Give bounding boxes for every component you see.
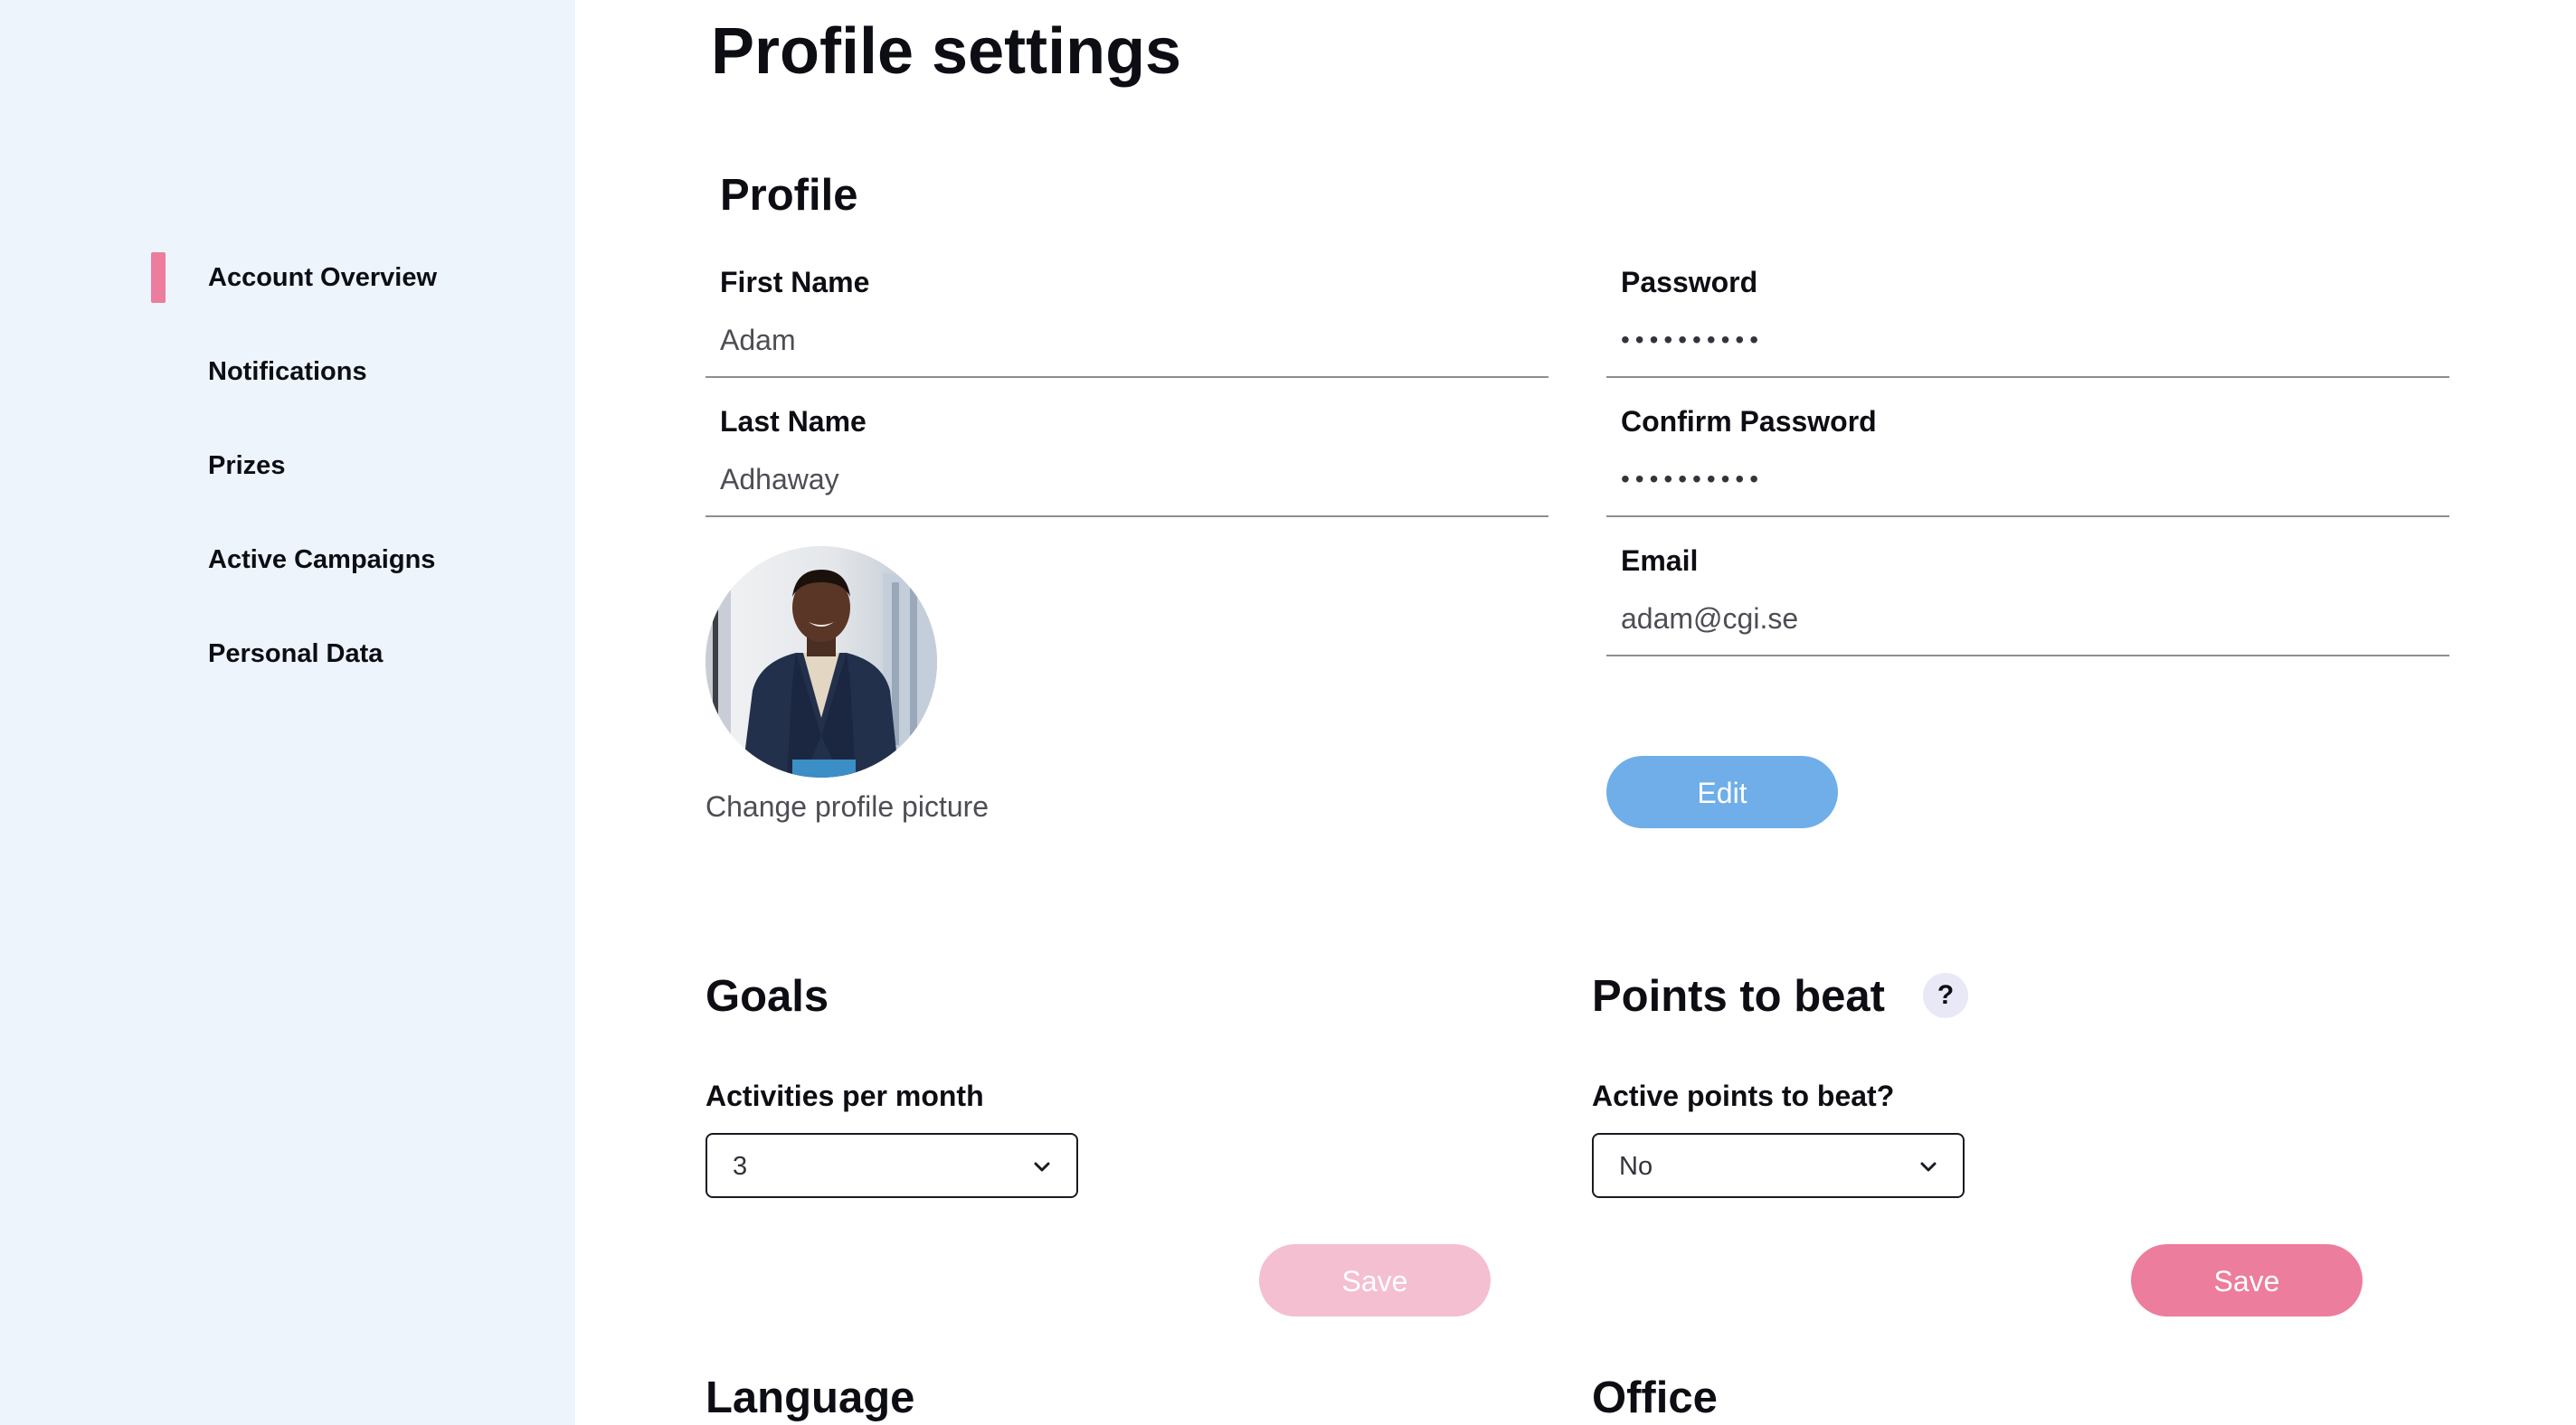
first-name-label: First Name	[720, 266, 870, 298]
chevron-down-icon	[1034, 1162, 1050, 1172]
sidebar-item-account-overview[interactable]: Account Overview	[208, 252, 437, 303]
sidebar: Account Overview Notifications Prizes Ac…	[0, 0, 575, 1425]
last-name-label: Last Name	[720, 405, 867, 438]
avatar[interactable]	[706, 546, 937, 778]
edit-button[interactable]: Edit	[1606, 756, 1838, 828]
password-underline	[1606, 376, 2449, 378]
sidebar-item-notifications[interactable]: Notifications	[208, 346, 367, 397]
active-points-to-beat-label: Active points to beat?	[1592, 1080, 1895, 1112]
password-field[interactable]: ••••••••••	[1621, 322, 1764, 358]
last-name-field[interactable]	[720, 461, 1534, 497]
sidebar-item-prizes[interactable]: Prizes	[208, 440, 285, 491]
language-section-title: Language	[706, 1373, 915, 1422]
first-name-field[interactable]	[720, 322, 1534, 358]
active-nav-marker	[151, 252, 166, 303]
points-save-button[interactable]: Save	[2131, 1244, 2363, 1316]
help-icon[interactable]: ?	[1923, 973, 1968, 1018]
confirm-password-label: Confirm Password	[1621, 405, 1877, 438]
office-section-title: Office	[1592, 1373, 1718, 1422]
profile-section-title: Profile	[720, 171, 858, 220]
goals-section-title: Goals	[706, 972, 829, 1021]
last-name-underline	[706, 515, 1548, 517]
email-field[interactable]	[1621, 600, 2435, 637]
activities-per-month-label: Activities per month	[706, 1080, 984, 1112]
active-points-to-beat-value: No	[1619, 1152, 1653, 1181]
sidebar-item-personal-data[interactable]: Personal Data	[208, 628, 383, 679]
confirm-password-underline	[1606, 515, 2449, 517]
email-underline	[1606, 655, 2449, 656]
chevron-down-icon	[1920, 1162, 1937, 1172]
first-name-underline	[706, 376, 1548, 378]
page-title: Profile settings	[711, 15, 1182, 88]
profile-photo-icon	[706, 546, 937, 778]
active-points-to-beat-select[interactable]: No	[1592, 1133, 1965, 1198]
change-profile-picture-link[interactable]: Change profile picture	[706, 788, 989, 825]
sidebar-item-active-campaigns[interactable]: Active Campaigns	[208, 534, 435, 585]
activities-per-month-select[interactable]: 3	[706, 1133, 1078, 1198]
goals-save-button[interactable]: Save	[1259, 1244, 1491, 1316]
activities-per-month-value: 3	[733, 1152, 748, 1181]
points-to-beat-section-title: Points to beat	[1592, 972, 1885, 1021]
confirm-password-field[interactable]: ••••••••••	[1621, 461, 1764, 497]
email-label: Email	[1621, 544, 1699, 577]
password-label: Password	[1621, 266, 1758, 298]
